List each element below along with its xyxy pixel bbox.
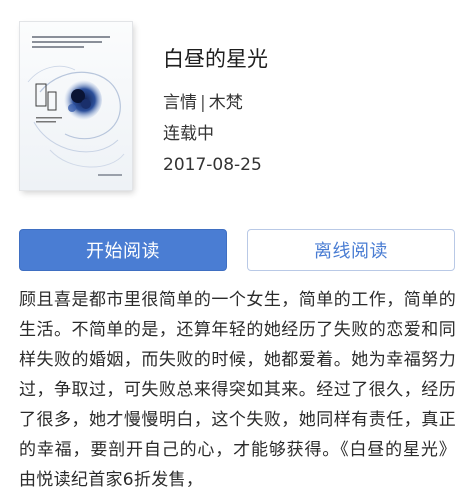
category-author-line: 言情 | 木梵	[163, 91, 464, 115]
serial-status: 连载中	[163, 124, 214, 144]
book-category[interactable]: 言情	[163, 93, 197, 113]
book-meta: 白昼的星光 言情 | 木梵 连载中 2017-08-25	[163, 44, 464, 177]
update-date: 2017-08-25	[163, 155, 262, 175]
book-synopsis: 顾且喜是都市里很简单的一个女生，简单的工作，简单的生活。不简单的是，还算年轻的她…	[19, 290, 456, 490]
book-cover-image[interactable]	[20, 22, 132, 190]
start-reading-button[interactable]: 开始阅读	[19, 229, 227, 271]
offline-reading-button[interactable]: 离线阅读	[247, 229, 455, 271]
book-cover-illustration	[20, 22, 132, 190]
book-detail-page: 白昼的星光 言情 | 木梵 连载中 2017-08-25 开始阅读 离线阅读 顾且喜…	[0, 0, 474, 498]
meta-separator: |	[200, 93, 206, 113]
book-title: 白昼的星光	[163, 47, 268, 71]
book-author[interactable]: 木梵	[209, 93, 243, 113]
